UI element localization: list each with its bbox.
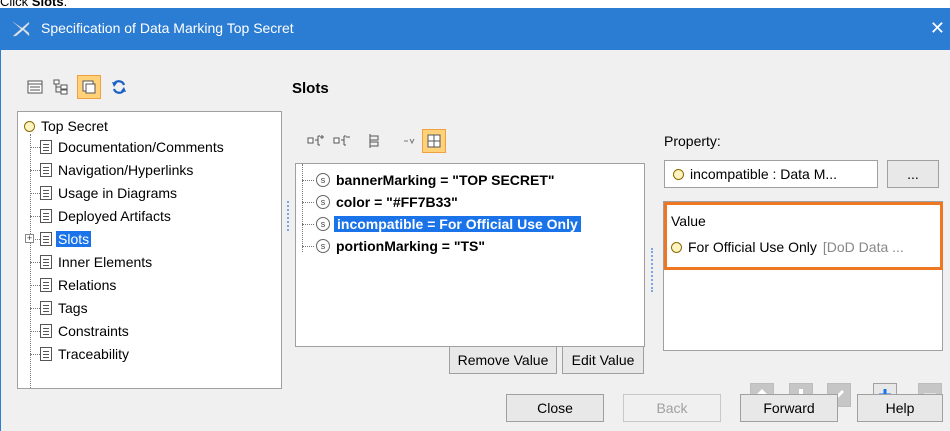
document-icon xyxy=(40,140,52,154)
instruction-prefix: Click xyxy=(0,0,32,8)
panel-title: Slots xyxy=(292,80,329,97)
tree-item-label: Inner Elements xyxy=(58,254,153,270)
document-icon xyxy=(40,324,52,338)
back-button[interactable]: Back xyxy=(623,394,721,422)
document-icon xyxy=(40,347,52,361)
document-icon xyxy=(40,186,52,200)
slot-icon: s xyxy=(316,173,330,187)
group-icon[interactable] xyxy=(362,129,386,153)
tree-root-label: Top Secret xyxy=(41,118,108,134)
slot-icon: s xyxy=(316,217,330,231)
app-logo-icon xyxy=(12,21,30,37)
tree-item-label: Deployed Artifacts xyxy=(58,208,171,224)
instruction-text: Click Slots. xyxy=(0,0,67,8)
value-item-type: [DoD Data ... xyxy=(822,239,904,255)
splitter-handle[interactable] xyxy=(651,248,654,292)
show-values-icon[interactable] xyxy=(398,129,422,153)
slot-label: color = "#FF7B33" xyxy=(336,194,458,210)
tree-item-label: Navigation/Hyperlinks xyxy=(58,162,194,178)
tree-item-label: Slots xyxy=(56,231,92,247)
slot-icon: s xyxy=(316,195,330,209)
slot-label: incompatible = For Official Use Only xyxy=(334,216,581,232)
refresh-icon[interactable] xyxy=(107,75,131,99)
instance-icon xyxy=(24,120,35,132)
document-icon xyxy=(40,278,52,292)
tree-item-label: Usage in Diagrams xyxy=(58,185,178,201)
document-icon xyxy=(40,209,52,223)
slots-connector xyxy=(302,164,303,252)
slot-icon: s xyxy=(316,239,330,253)
specification-tree: Top Secret Documentation/Comments Naviga… xyxy=(17,111,282,389)
help-button[interactable]: Help xyxy=(857,394,943,422)
tree-item-label: Documentation/Comments xyxy=(58,139,224,155)
window-title: Specification of Data Marking Top Secret xyxy=(41,20,294,36)
title-bar[interactable]: Specification of Data Marking Top Secret… xyxy=(1,8,950,50)
value-item[interactable]: For Official Use Only [DoD Data ... xyxy=(671,239,904,255)
close-button[interactable]: Close xyxy=(506,394,604,422)
property-icon xyxy=(673,168,684,180)
layout-icon[interactable] xyxy=(422,129,446,153)
document-icon xyxy=(40,163,52,177)
specification-dialog: Specification of Data Marking Top Secret… xyxy=(0,8,950,431)
instruction-target: Slots xyxy=(31,0,64,8)
value-column-header: Value xyxy=(671,213,706,229)
instruction-suffix: . xyxy=(63,0,68,8)
tree-connector xyxy=(30,134,31,388)
property-field[interactable]: incompatible : Data M... xyxy=(664,160,878,188)
document-icon xyxy=(40,232,52,246)
remove-value-button[interactable]: Remove Value xyxy=(449,346,557,374)
document-icon xyxy=(40,255,52,269)
tree-root[interactable]: Top Secret xyxy=(24,118,108,134)
tree-view-icon[interactable] xyxy=(49,75,73,99)
edit-value-button[interactable]: Edit Value xyxy=(562,346,644,374)
slot-label: portionMarking = "TS" xyxy=(336,238,486,254)
instance-icon xyxy=(671,241,682,253)
tree-item-label: Constraints xyxy=(58,323,129,339)
property-label: Property: xyxy=(664,133,721,149)
collapse-all-icon[interactable] xyxy=(330,129,354,153)
tree-item-label: Relations xyxy=(58,277,117,293)
expand-all-icon[interactable] xyxy=(304,129,328,153)
splitter-handle[interactable] xyxy=(287,201,290,231)
expand-icon[interactable]: + xyxy=(25,234,34,243)
close-window-icon[interactable]: ✕ xyxy=(930,18,945,39)
list-view-icon[interactable] xyxy=(23,75,47,99)
forward-button[interactable]: Forward xyxy=(740,394,838,422)
property-value: incompatible : Data M... xyxy=(690,166,838,182)
slot-label: bannerMarking = "TOP SECRET" xyxy=(336,172,555,188)
tree-item-label: Traceability xyxy=(58,346,130,362)
property-browse-button[interactable]: ... xyxy=(887,160,939,188)
tree-item-label: Tags xyxy=(58,300,88,316)
document-icon xyxy=(40,301,52,315)
value-item-name: For Official Use Only xyxy=(688,239,817,255)
compartment-view-icon[interactable] xyxy=(77,75,101,99)
slots-list: s bannerMarking = "TOP SECRET" s color =… xyxy=(295,163,645,347)
